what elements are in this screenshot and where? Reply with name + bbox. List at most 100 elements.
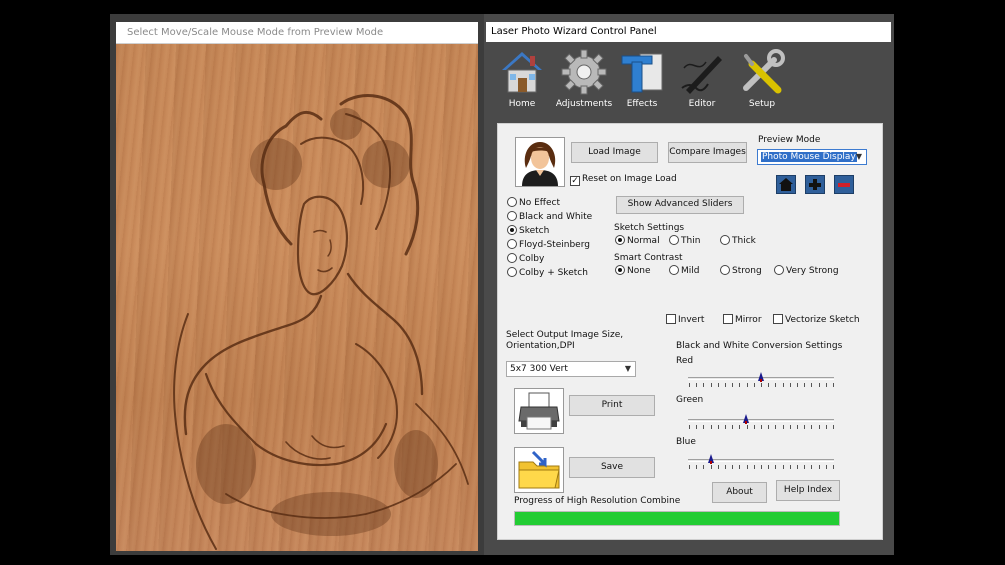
home-icon bbox=[498, 48, 546, 96]
contrast-strong-radio[interactable]: Strong bbox=[720, 265, 762, 277]
load-image-button[interactable]: Load Image bbox=[571, 142, 658, 163]
help-index-button[interactable]: Help Index bbox=[776, 480, 840, 501]
show-advanced-sliders-button[interactable]: Show Advanced Sliders bbox=[616, 196, 744, 214]
person-icon bbox=[522, 142, 558, 186]
printer-thumbnail bbox=[514, 388, 564, 434]
slider-ticks bbox=[689, 383, 834, 387]
effect-floyd-steinberg-radio[interactable]: Floyd-Steinberg bbox=[507, 239, 590, 251]
effect-colby-label: Colby bbox=[519, 254, 545, 264]
contrast-none-label: None bbox=[627, 266, 651, 276]
effect-sketch-label: Sketch bbox=[519, 226, 550, 236]
vectorize-sketch-label: Vectorize Sketch bbox=[785, 315, 860, 325]
home-view-button[interactable] bbox=[776, 175, 796, 194]
pen-icon bbox=[678, 48, 726, 96]
toolbar-editor-button[interactable]: Editor bbox=[672, 42, 732, 109]
green-slider-thumb[interactable] bbox=[743, 414, 750, 424]
save-thumbnail bbox=[514, 447, 564, 493]
slider-ticks bbox=[689, 465, 834, 469]
toolbar-adjustments-button[interactable]: Adjustments bbox=[554, 42, 614, 109]
zoom-out-button[interactable] bbox=[834, 175, 854, 194]
effect-colby-sketch-radio[interactable]: Colby + Sketch bbox=[507, 267, 588, 279]
effect-black-and-white-label: Black and White bbox=[519, 212, 593, 222]
vectorize-sketch-checkbox[interactable]: Vectorize Sketch bbox=[773, 314, 860, 326]
toolbar-effects-button[interactable]: Effects bbox=[612, 42, 672, 109]
output-size-label-line1: Select Output Image Size, bbox=[506, 330, 624, 340]
print-button[interactable]: Print bbox=[569, 395, 655, 416]
radio-selected-icon bbox=[507, 225, 517, 235]
effect-sketch-radio[interactable]: Sketch bbox=[507, 225, 549, 237]
smart-contrast-label: Smart Contrast bbox=[614, 253, 683, 263]
compare-images-button[interactable]: Compare Images bbox=[668, 142, 747, 163]
effect-no-effect-label: No Effect bbox=[519, 198, 561, 208]
blue-slider-thumb[interactable] bbox=[708, 454, 715, 464]
output-size-select[interactable]: 5x7 300 Vert ▼ bbox=[506, 361, 636, 377]
sketch-image bbox=[173, 94, 469, 550]
contrast-mild-radio[interactable]: Mild bbox=[669, 265, 699, 277]
zoom-in-button[interactable] bbox=[805, 175, 825, 194]
plus-icon bbox=[809, 179, 821, 190]
output-size-value: 5x7 300 Vert bbox=[510, 364, 568, 374]
preview-mode-label: Preview Mode bbox=[758, 135, 821, 145]
radio-icon bbox=[507, 253, 517, 263]
contrast-very-strong-label: Very Strong bbox=[786, 266, 839, 276]
progress-bar-fill bbox=[515, 512, 839, 525]
toolbar-setup-button[interactable]: Setup bbox=[732, 42, 792, 109]
radio-selected-icon bbox=[615, 265, 625, 275]
contrast-none-radio[interactable]: None bbox=[615, 265, 650, 277]
checkbox-icon bbox=[773, 314, 783, 324]
reset-on-load-label: Reset on Image Load bbox=[582, 174, 677, 184]
blue-slider[interactable] bbox=[688, 454, 834, 472]
effect-black-and-white-radio[interactable]: Black and White bbox=[507, 211, 592, 223]
contrast-very-strong-radio[interactable]: Very Strong bbox=[774, 265, 839, 277]
green-slider[interactable] bbox=[688, 414, 834, 432]
progress-bar bbox=[514, 511, 840, 526]
effect-floyd-steinberg-label: Floyd-Steinberg bbox=[519, 240, 590, 250]
radio-icon bbox=[507, 211, 517, 221]
bw-conversion-title: Black and White Conversion Settings bbox=[676, 341, 843, 351]
red-slider[interactable] bbox=[688, 372, 834, 390]
effect-colby-radio[interactable]: Colby bbox=[507, 253, 544, 265]
mirror-checkbox[interactable]: Mirror bbox=[723, 314, 762, 326]
radio-icon bbox=[720, 235, 730, 245]
sketch-thin-radio[interactable]: Thin bbox=[669, 235, 700, 247]
radio-icon bbox=[507, 239, 517, 249]
portrait-thumbnail bbox=[515, 137, 565, 187]
effect-colby-sketch-label: Colby + Sketch bbox=[519, 268, 588, 278]
contrast-strong-label: Strong bbox=[732, 266, 762, 276]
chevron-down-icon: ▼ bbox=[624, 364, 631, 373]
reset-on-load-check-icon: ✓ bbox=[570, 176, 580, 186]
radio-icon bbox=[507, 197, 517, 207]
radio-icon bbox=[507, 267, 517, 277]
toolbar-setup-label: Setup bbox=[748, 99, 776, 109]
preview-window-titlebar: Select Move/Scale Mouse Mode from Previe… bbox=[116, 22, 478, 44]
preview-mode-select[interactable]: Photo Mouse Display ▼ bbox=[757, 149, 867, 165]
red-slider-label: Red bbox=[676, 356, 694, 366]
red-slider-thumb[interactable] bbox=[758, 372, 764, 382]
tools-icon bbox=[738, 48, 786, 96]
sketch-thick-label: Thick bbox=[732, 236, 756, 246]
preview-window-title: Select Move/Scale Mouse Mode from Previe… bbox=[127, 27, 384, 38]
checkbox-icon bbox=[723, 314, 733, 324]
reset-on-load-checkbox[interactable]: ✓ Reset on Image Load bbox=[570, 173, 677, 186]
sketch-normal-radio[interactable]: Normal bbox=[615, 235, 660, 247]
sketch-thick-radio[interactable]: Thick bbox=[720, 235, 756, 247]
radio-selected-icon bbox=[615, 235, 625, 245]
green-slider-track bbox=[688, 419, 834, 422]
preview-canvas[interactable] bbox=[116, 44, 478, 551]
green-slider-label: Green bbox=[676, 395, 704, 405]
mirror-label: Mirror bbox=[735, 315, 762, 325]
radio-icon bbox=[720, 265, 730, 275]
checkbox-icon bbox=[666, 314, 676, 324]
gear-icon bbox=[560, 48, 608, 96]
control-panel-titlebar: Laser Photo Wizard Control Panel bbox=[486, 22, 891, 42]
slider-ticks bbox=[689, 425, 834, 429]
save-button[interactable]: Save bbox=[569, 457, 655, 478]
toolbar-home-button[interactable]: Home bbox=[492, 42, 552, 109]
toolbar-home-label: Home bbox=[508, 99, 536, 109]
invert-checkbox[interactable]: Invert bbox=[666, 314, 704, 326]
effect-no-effect-radio[interactable]: No Effect bbox=[507, 197, 560, 209]
sketch-normal-label: Normal bbox=[627, 236, 660, 246]
control-panel-title: Laser Photo Wizard Control Panel bbox=[491, 26, 657, 37]
about-button[interactable]: About bbox=[712, 482, 767, 503]
output-size-label-line2: Orientation,DPI bbox=[506, 341, 575, 351]
